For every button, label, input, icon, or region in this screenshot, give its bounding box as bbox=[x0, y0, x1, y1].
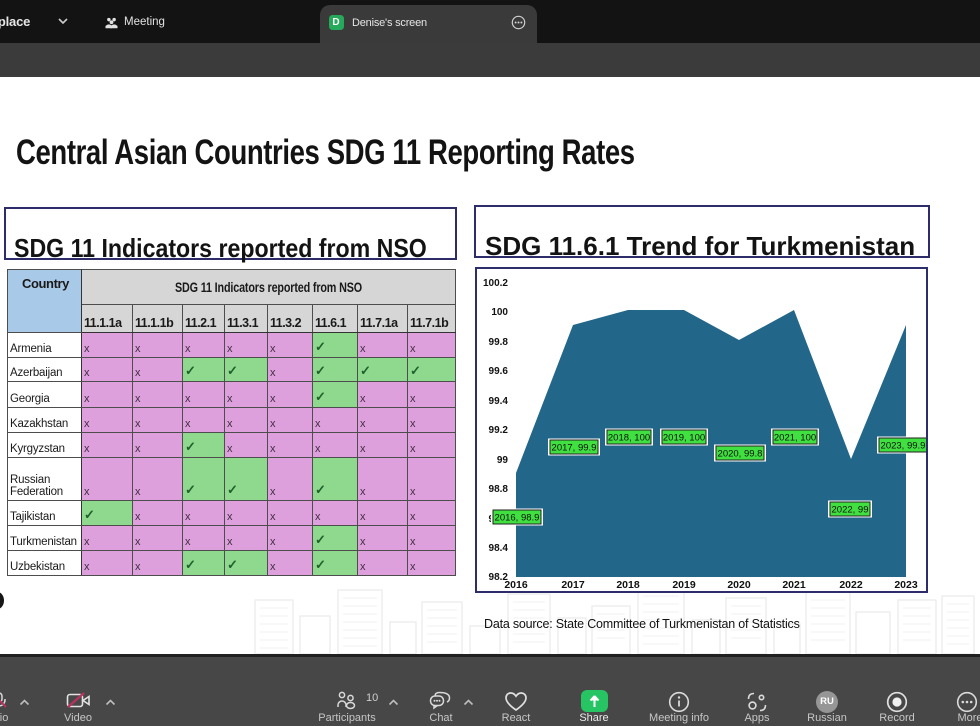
svg-text:2023, 99.9: 2023, 99.9 bbox=[881, 441, 926, 452]
svg-text:99: 99 bbox=[497, 455, 509, 466]
svg-text:99.8: 99.8 bbox=[489, 337, 509, 348]
svg-text:2017, 99.9: 2017, 99.9 bbox=[552, 443, 597, 454]
svg-text:2023: 2023 bbox=[894, 579, 918, 591]
svg-text:99.6: 99.6 bbox=[489, 366, 509, 377]
svg-text:2016: 2016 bbox=[504, 579, 528, 591]
svg-text:2018, 100: 2018, 100 bbox=[608, 433, 650, 444]
svg-text:2019: 2019 bbox=[672, 579, 696, 591]
svg-text:2022: 2022 bbox=[839, 579, 863, 591]
svg-text:100.2: 100.2 bbox=[483, 278, 508, 289]
svg-text:2018: 2018 bbox=[616, 579, 640, 591]
svg-text:2021: 2021 bbox=[782, 579, 806, 591]
svg-text:2020, 99.8: 2020, 99.8 bbox=[718, 449, 763, 460]
svg-text:2019, 100: 2019, 100 bbox=[663, 433, 705, 444]
svg-text:2017: 2017 bbox=[561, 579, 585, 591]
svg-text:100: 100 bbox=[491, 307, 508, 318]
svg-text:2021, 100: 2021, 100 bbox=[774, 433, 816, 444]
svg-text:2016, 98.9: 2016, 98.9 bbox=[495, 513, 540, 524]
svg-text:99.2: 99.2 bbox=[489, 425, 509, 436]
svg-text:98.4: 98.4 bbox=[489, 543, 509, 554]
svg-text:2022, 99: 2022, 99 bbox=[832, 505, 869, 516]
svg-text:98.8: 98.8 bbox=[489, 484, 509, 495]
svg-text:2020: 2020 bbox=[727, 579, 751, 591]
svg-text:99.4: 99.4 bbox=[489, 396, 509, 407]
